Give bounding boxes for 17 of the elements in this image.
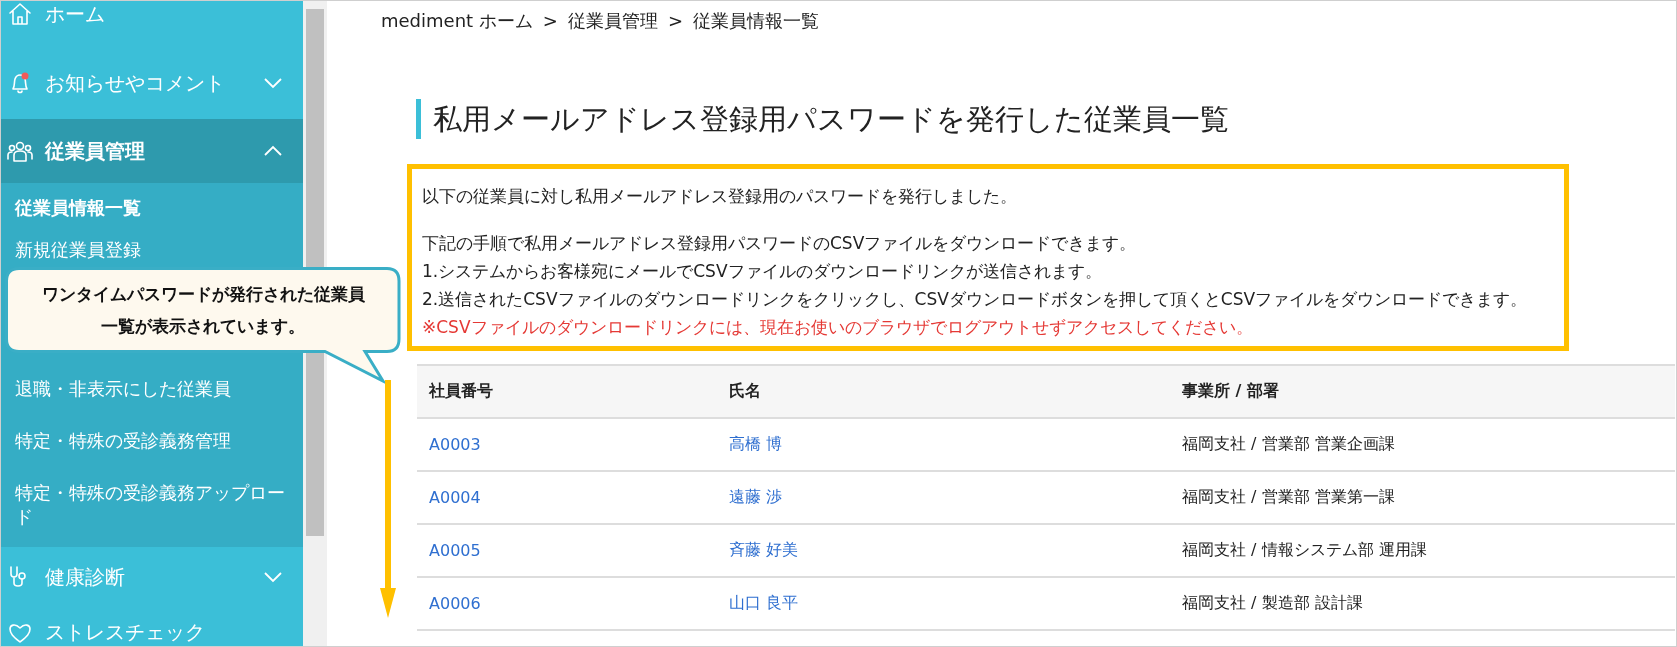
- notice-text: 1.システムからお客様宛にメールでCSVファイルのダウンロードリンクが送信されます。: [422, 260, 1102, 283]
- notice-text: 下記の手順で私用メールアドレス登録用パスワードのCSVファイルをダウンロードできます。: [422, 232, 1137, 255]
- breadcrumb-separator: >: [667, 9, 684, 33]
- warning-text: ※CSVファイルのダウンロードリンクには、現在お使いのブラウザでログアウトせずアクセスしてください。: [422, 316, 1253, 339]
- notice-text: 以下の従業員に対し私用メールアドレス登録用のパスワードを発行しました。: [422, 185, 1017, 208]
- table-cell: 福岡支社 / 製造部 設計課: [1170, 577, 1675, 630]
- callout-text: ワンタイムパスワードが発行された従業員一覧が表示されています。: [40, 283, 366, 338]
- table-cell: 福岡支社 / 営業部 営業第一課: [1170, 471, 1675, 524]
- table-cell: 福岡支社 / 情報システム部 運用課: [1170, 524, 1675, 577]
- breadcrumb-separator: >: [542, 9, 558, 33]
- column-header: 事業所 / 部署: [1170, 365, 1675, 418]
- table-cell: 福岡支社 / 営業部 営業企画課: [1170, 418, 1675, 471]
- notice-text: 2.送信されたCSVファイルのダウンロードリンクをクリックし、CSVダウンロードボタンを押して頂くとCSVファイルをダウンロードできます。: [422, 288, 1528, 311]
- breadcrumb-item: 従業員情報一覧: [693, 9, 820, 33]
- column-header: 氏名: [717, 365, 1170, 418]
- column-header: 社員番号: [417, 365, 717, 418]
- page-title: 私用メールアドレス登録用パスワードを発行した従業員一覧: [416, 99, 1229, 139]
